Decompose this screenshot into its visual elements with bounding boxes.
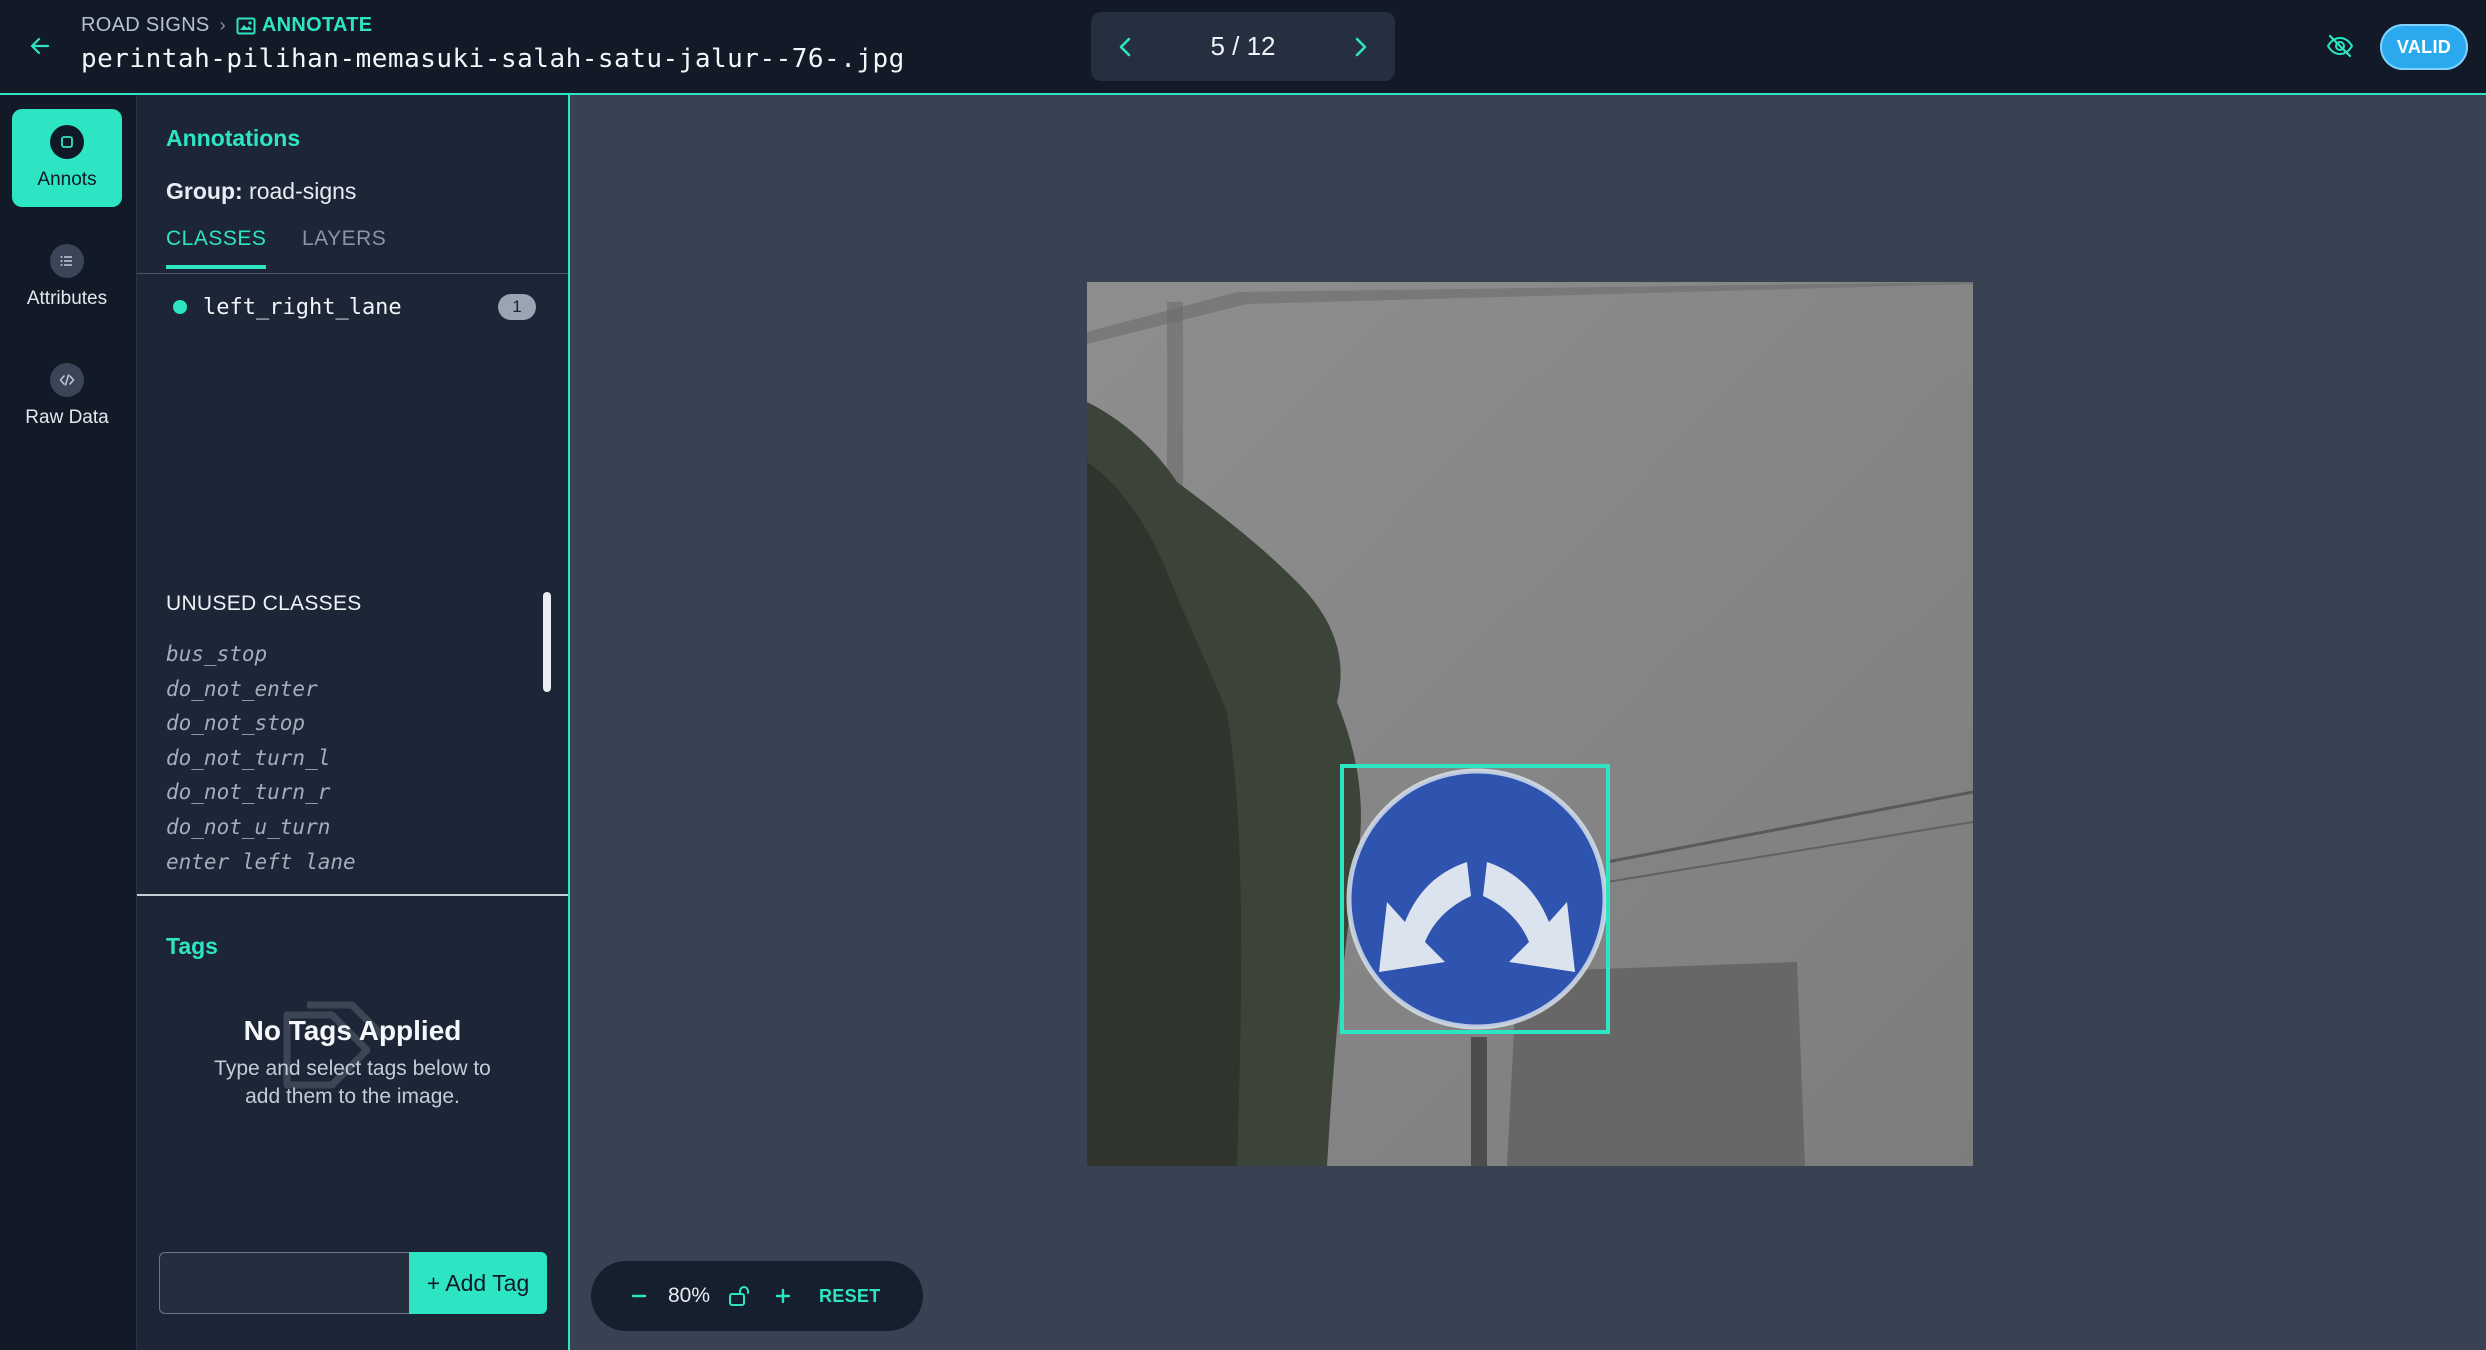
annotation-canvas-image[interactable] xyxy=(1087,282,1973,1166)
unused-class-item[interactable]: do_not_u_turn xyxy=(166,810,356,845)
group-info: Group: road-signs xyxy=(166,178,356,205)
unused-class-item[interactable]: do_not_enter xyxy=(166,672,356,707)
code-icon xyxy=(50,363,84,397)
tags-title: Tags xyxy=(166,933,218,959)
unused-classes-list: bus_stop do_not_enter do_not_stop do_not… xyxy=(166,637,356,879)
road-sign-photo xyxy=(1087,282,1973,1166)
unlock-icon xyxy=(729,1286,749,1306)
chevron-right-icon xyxy=(1355,37,1367,56)
rail-label-annots: Annots xyxy=(37,169,97,190)
image-icon xyxy=(236,17,256,34)
no-tags-description: Type and select tags below to add them t… xyxy=(214,1057,491,1108)
unused-class-item[interactable]: bus_stop xyxy=(166,637,356,672)
unused-class-item[interactable]: do_not_turn_r xyxy=(166,775,356,810)
class-name: left_right_lane xyxy=(203,294,402,320)
group-label: Group: xyxy=(166,178,243,204)
tag-input[interactable] xyxy=(159,1252,409,1314)
zoom-out-button[interactable] xyxy=(617,1274,661,1318)
rail-item-annots[interactable]: Annots xyxy=(12,109,122,207)
class-count-badge: 1 xyxy=(498,294,536,320)
unused-class-item[interactable]: enter left lane xyxy=(166,845,356,880)
rail-label-attributes: Attributes xyxy=(26,288,108,309)
top-bar: ROAD SIGNS › ANNOTATE perintah-pilihan-m… xyxy=(0,0,2486,95)
breadcrumb-current-label: ANNOTATE xyxy=(261,14,373,36)
unused-class-item[interactable]: do_not_turn_l xyxy=(166,741,356,776)
hide-annotations-button[interactable] xyxy=(2320,26,2360,66)
panel-title: Annotations xyxy=(166,125,301,151)
annotation-icon xyxy=(50,125,84,159)
chevron-left-icon xyxy=(1119,37,1131,56)
previous-image-button[interactable] xyxy=(1091,12,1161,81)
left-rail: Annots Attributes Raw Data xyxy=(0,95,137,1350)
no-tags-title: No Tags Applied xyxy=(243,1015,462,1046)
breadcrumb-current: ANNOTATE xyxy=(236,14,373,37)
reset-zoom-button[interactable]: RESET xyxy=(819,1286,881,1307)
list-icon xyxy=(50,244,84,278)
back-arrow-icon[interactable] xyxy=(22,28,58,64)
breadcrumb-root[interactable]: ROAD SIGNS xyxy=(81,14,210,37)
zoom-in-button[interactable] xyxy=(761,1274,805,1318)
zoom-controls: 80% RESET xyxy=(591,1261,923,1331)
image-pager: 5 / 12 xyxy=(1091,12,1395,81)
chevron-right-icon: › xyxy=(219,15,226,35)
group-value: road-signs xyxy=(249,178,357,204)
zoom-level: 80% xyxy=(667,1284,711,1307)
add-tag-button[interactable]: + Add Tag xyxy=(409,1252,547,1314)
unused-class-item[interactable]: do_not_stop xyxy=(166,706,356,741)
lock-zoom-button[interactable] xyxy=(717,1274,761,1318)
next-image-button[interactable] xyxy=(1325,12,1395,81)
plus-icon xyxy=(775,1288,791,1304)
unused-classes-title: UNUSED CLASSES xyxy=(166,592,362,615)
tags-divider xyxy=(137,894,568,896)
annotations-panel: Annotations Group: road-signs CLASSES LA… xyxy=(137,95,570,1350)
tab-layers[interactable]: LAYERS xyxy=(302,227,386,265)
tab-classes[interactable]: CLASSES xyxy=(166,227,267,269)
eye-off-icon xyxy=(2326,34,2354,58)
rail-item-raw-data[interactable]: Raw Data xyxy=(12,347,122,445)
rail-label-raw-data: Raw Data xyxy=(25,407,109,428)
minus-icon xyxy=(631,1294,647,1298)
file-name: perintah-pilihan-memasuki-salah-satu-jal… xyxy=(81,44,905,74)
class-row-left-right-lane[interactable]: left_right_lane 1 xyxy=(173,292,536,322)
valid-toggle-button[interactable]: VALID xyxy=(2380,24,2468,70)
class-color-dot xyxy=(173,300,187,314)
classes-scrollbar[interactable] xyxy=(543,592,551,692)
breadcrumb: ROAD SIGNS › ANNOTATE xyxy=(81,14,372,37)
page-counter: 5 / 12 xyxy=(1210,31,1276,61)
panel-tabs: CLASSES LAYERS xyxy=(137,225,568,274)
rail-item-attributes[interactable]: Attributes xyxy=(12,228,122,326)
